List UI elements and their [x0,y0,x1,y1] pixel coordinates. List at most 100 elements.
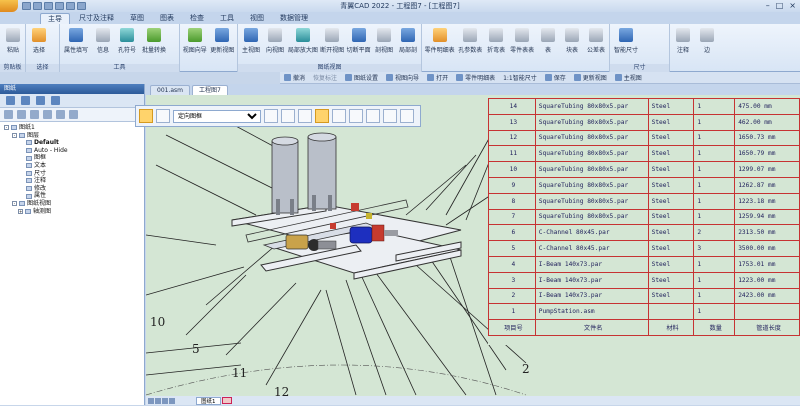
view-wizard-quick-button[interactable]: 视图向导 [386,73,419,82]
balloon-5[interactable]: 5 [192,342,200,356]
edit-icon[interactable] [298,109,312,123]
table-row[interactable]: 1 PumpStation.asm 1 [488,303,800,321]
table-row[interactable]: 12 SquareTubing 80x80x5.par Steel 1 1650.73 … [488,129,800,147]
first-sheet-icon[interactable] [148,397,154,404]
expand-icon[interactable]: + [18,208,23,214]
parts-list-button[interactable]: 零件明细表 [424,26,455,72]
tree-item-attributes[interactable]: 属性 [4,192,140,200]
hole-table-button[interactable]: 孔参数表 [457,26,483,72]
view-wizard-icon [386,74,394,81]
cancel-icon[interactable] [400,109,414,123]
tree-item-default[interactable]: Default [4,139,140,147]
show-icon[interactable] [43,110,52,119]
table-row[interactable]: 5 C-Channel 80x45.par Steel 3 3500.00 mm [488,240,800,257]
select-cursor-icon[interactable] [139,109,153,123]
tree-item-layers[interactable]: - 图层 [4,132,140,140]
table-row[interactable]: 3 I-Beam 140x73.par Steel 1 1223.00 mm [488,271,800,289]
close-icon[interactable]: × [789,1,796,10]
tree-item-text[interactable]: 文本 [4,162,140,170]
column-header: 项目号 [488,319,536,336]
balloon-10[interactable]: 10 [150,315,165,329]
tree-item-drawing-views[interactable]: - 图纸视图 [4,200,140,208]
main-view-quick-button[interactable]: 主视图 [614,73,642,82]
smart-dimension-quick-button[interactable]: 1:1智能尺寸 [503,73,537,82]
balloon-11[interactable]: 11 [232,366,247,380]
tab-home[interactable]: 主导 [40,13,70,24]
next-sheet-icon[interactable] [162,397,168,404]
block-table-button[interactable]: 块表 [561,26,583,72]
parts-list-quick-button[interactable]: 零件明细表 [456,73,495,82]
tab-view[interactable]: 视图 [243,13,271,24]
tree-item-dimension[interactable]: 尺寸 [4,170,140,178]
layer-icon[interactable] [6,96,15,105]
view-icon[interactable] [51,96,60,105]
table-row[interactable]: 8 SquareTubing 80x80x5.par Steel 1 1223.18 m… [488,192,800,210]
collapse-icon[interactable]: - [12,132,17,138]
doc-tab-drawing[interactable]: 工程图7 [192,85,228,95]
table-row[interactable]: 14 SquareTubing 80x80x5.par Steel 1 475.00 m… [488,98,800,115]
collapse-icon[interactable]: - [12,201,17,207]
rectangle-icon[interactable] [315,109,329,123]
restore-annotation-button[interactable]: 恢复标注 [313,73,337,82]
part-table-button[interactable]: 零件表表 [509,26,535,72]
minimize-icon[interactable]: – [766,1,770,10]
sheet-tab-2d[interactable] [221,397,232,404]
view-cube-icon[interactable] [281,109,295,123]
table-button[interactable]: 表 [537,26,559,72]
table-row[interactable]: 2 I-Beam 140x73.par Steel 1 2423.00 mm [488,287,800,305]
rotate-icon[interactable] [264,109,278,123]
copy-icon[interactable] [332,109,346,123]
arrow-right-icon[interactable] [366,109,380,123]
settings-icon[interactable] [36,96,45,105]
collapse-icon[interactable]: - [4,125,9,131]
table-row[interactable]: 13 SquareTubing 80x80x5.par Steel 1 462.00 m… [488,113,800,131]
undo-button[interactable]: 撤消 [284,73,305,82]
view-orientation-select[interactable]: 定向图框 [173,109,261,123]
filter-icon[interactable] [69,110,78,119]
tree-item-sheet1[interactable]: - 图纸1 [4,124,140,132]
doc-tab-asm[interactable]: 001.asm [150,85,191,95]
sheet-setup-button[interactable]: 图纸设置 [345,73,378,82]
table-row[interactable]: 11 SquareTubing 80x80x5.par Steel 1 1650.79 … [488,145,800,163]
hide-icon[interactable] [30,110,39,119]
table-row[interactable]: 10 SquareTubing 80x80x5.par Steel 1 1299.07 … [488,161,800,178]
tab-data-management[interactable]: 数据管理 [273,13,315,24]
table-row[interactable]: 6 C-Channel 80x45.par Steel 2 2313.50 mm [488,224,800,242]
save-button[interactable]: 保存 [544,73,566,82]
tree-item-annotation[interactable]: 注释 [4,177,140,185]
tree-item-isometric[interactable]: + 轴测图 [4,208,140,216]
update-view-quick-button[interactable]: 更新视图 [573,73,607,82]
prev-sheet-icon[interactable] [155,397,161,404]
delete-icon[interactable] [56,110,65,119]
arrow-left-icon[interactable] [349,109,363,123]
tab-inspect[interactable]: 检查 [183,13,211,24]
tab-sketch[interactable]: 草图 [123,13,151,24]
maximize-icon[interactable]: □ [776,1,784,10]
tree-item-auto-hide[interactable]: Auto - Hide [4,147,140,155]
open-button[interactable]: 打开 [427,73,448,82]
table-row[interactable]: 4 I-Beam 140x73.par Steel 1 1753.01 mm [488,255,800,273]
edge-button[interactable]: 边 [696,26,718,72]
view-frame-icon[interactable] [156,109,170,123]
annotation-button[interactable]: 注释 [672,26,694,72]
last-sheet-icon[interactable] [169,397,175,404]
balloon-2[interactable]: 2 [522,362,530,376]
parts-list-table[interactable]: 14 SquareTubing 80x80x5.par Steel 1 475.00 m… [488,98,800,345]
new-layer-icon[interactable] [4,110,13,119]
bend-table-button[interactable]: 折弯表 [485,26,507,72]
tab-dimension[interactable]: 尺寸及注释 [72,13,121,24]
refresh-icon[interactable] [17,110,26,119]
tolerance-table-button[interactable]: 公差表 [585,26,607,72]
tab-tools[interactable]: 工具 [213,13,241,24]
view-wizard-button[interactable]: 视图向导 [182,26,208,72]
tab-chart[interactable]: 图表 [153,13,181,24]
tree-item-frame[interactable]: 图框 [4,154,140,162]
confirm-icon[interactable] [383,109,397,123]
tree-item-modify[interactable]: 修改 [4,185,140,193]
update-view-button[interactable]: 更新视图 [210,26,236,72]
sheet-tab[interactable]: 图纸1 [196,396,221,405]
list-icon[interactable] [21,96,30,105]
table-row[interactable]: 7 SquareTubing 80x80x5.par Steel 1 1259.94 m… [488,208,800,226]
balloon-12[interactable]: 12 [274,385,289,396]
table-row[interactable]: 9 SquareTubing 80x80x5.par Steel 1 1262.87 m… [488,176,800,194]
